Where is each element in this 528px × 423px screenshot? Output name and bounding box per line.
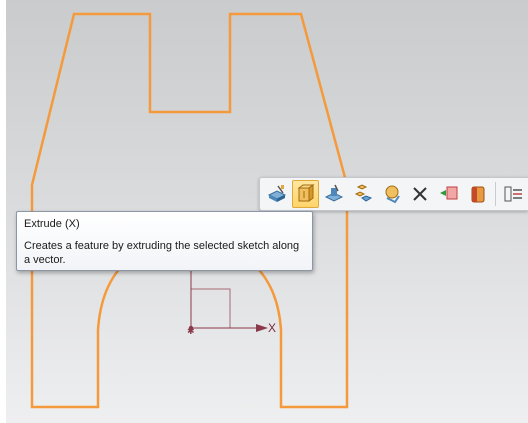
move-icon bbox=[439, 186, 458, 200]
inquiry-icon bbox=[385, 185, 400, 204]
toolbar-separator bbox=[495, 182, 497, 206]
shaded-icon bbox=[471, 186, 485, 203]
x-axis-label: X bbox=[268, 321, 277, 335]
edit-sketch-button[interactable] bbox=[349, 180, 377, 208]
tooltip-title: Extrude (X) bbox=[24, 218, 80, 230]
extrude-tooltip: Extrude (X) Creates a feature by extrudi… bbox=[16, 211, 313, 271]
sketch-button[interactable] bbox=[263, 180, 291, 208]
edit-sketch-icon bbox=[354, 184, 372, 202]
sketch-icon bbox=[267, 185, 286, 202]
delete-button[interactable] bbox=[406, 180, 434, 208]
inquiry-button[interactable] bbox=[378, 180, 406, 208]
tooltip-description: Creates a feature by extruding the selec… bbox=[24, 240, 300, 266]
extrude-icon bbox=[297, 184, 314, 202]
svg-text:✱: ✱ bbox=[187, 327, 195, 337]
shaded-button[interactable] bbox=[464, 180, 492, 208]
menu-button[interactable] bbox=[499, 180, 527, 208]
revolve-button[interactable] bbox=[320, 180, 348, 208]
revolve-icon bbox=[325, 184, 344, 202]
quick-toolbar bbox=[259, 177, 528, 211]
menu-icon bbox=[504, 186, 523, 202]
move-button[interactable] bbox=[435, 180, 463, 208]
sketch-csys: ✱ bbox=[187, 270, 268, 337]
extrude-button[interactable] bbox=[291, 180, 320, 208]
delete-icon bbox=[413, 187, 427, 201]
